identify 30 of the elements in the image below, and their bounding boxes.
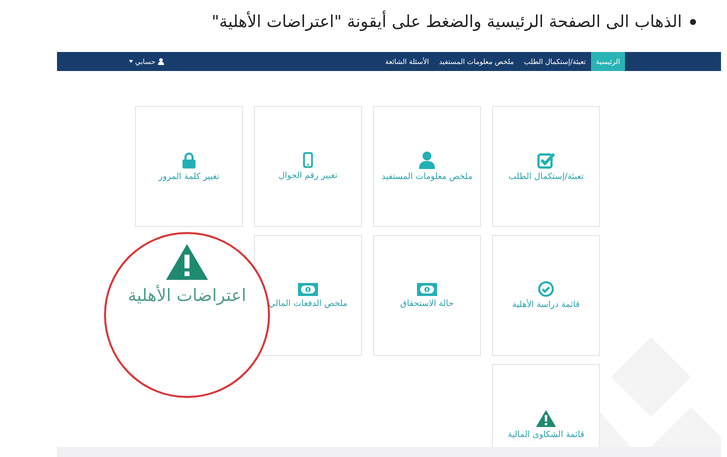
user-icon: [419, 151, 435, 169]
menu-tile[interactable]: تغيير رقم الجوال: [254, 106, 362, 227]
tile-label: ملخص معلومات المستفيد: [382, 172, 473, 182]
user-icon: [158, 58, 164, 65]
menu-tile[interactable]: تغيير كلمة المرور: [135, 106, 243, 227]
banknote-icon: [298, 282, 318, 296]
warning-icon: [166, 244, 208, 280]
tile-label: تغيير رقم الجوال: [278, 171, 338, 181]
callout-label: اعتراضات الأهلية: [128, 286, 246, 306]
zoom-callout-tooltip[interactable]: اعتراضات الأهلية: [104, 232, 270, 398]
tile-label: قائمة الشكاوى المالية: [508, 430, 584, 440]
tile-label: ملخص الدفعات المالي: [268, 298, 348, 308]
warning-icon: [536, 410, 556, 426]
mobile-phone-icon: [303, 152, 313, 168]
tile-label: حالة الاستحقاق: [400, 298, 454, 308]
banknote-icon: [417, 282, 437, 296]
menu-tile[interactable]: تعبئة/إستكمال الطلب: [492, 106, 600, 227]
caret-icon: [129, 60, 133, 63]
tile-label: تغيير كلمة المرور: [158, 172, 220, 182]
checkbox-icon: [537, 152, 555, 168]
bullet-icon: [690, 18, 696, 24]
lock-icon: [182, 152, 196, 168]
menu-tile[interactable]: حالة الاستحقاق: [373, 235, 481, 356]
check-circle-icon: [538, 281, 554, 297]
tile-label: تعبئة/إستكمال الطلب: [508, 172, 584, 182]
menu-tile[interactable]: ملخص الدفعات المالي: [254, 235, 362, 356]
instruction-text: الذهاب الى الصفحة الرئيسية والضغط على أيقونة "اعتراضات الأهلية": [212, 12, 682, 31]
menu-tile[interactable]: ملخص معلومات المستفيد: [373, 106, 481, 227]
tile-label: قائمة دراسة الأهلية: [512, 300, 580, 310]
menu-tile[interactable]: قائمة دراسة الأهلية: [492, 235, 600, 356]
